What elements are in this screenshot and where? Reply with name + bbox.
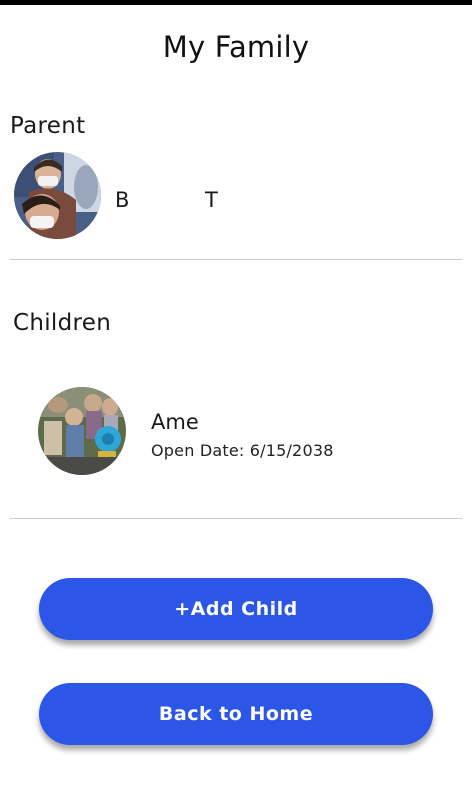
page-title: My Family [162, 30, 310, 64]
parent-photo [14, 152, 101, 239]
child-avatar[interactable] [38, 387, 126, 475]
child-name: Ame [151, 410, 199, 434]
parent-section-title: Parent [10, 113, 86, 139]
status-bar [0, 0, 472, 5]
parent-last-name: T [205, 188, 218, 212]
back-to-home-button[interactable]: Back to Home [39, 683, 433, 745]
section-divider [10, 259, 462, 260]
section-divider [10, 518, 462, 519]
children-section-title: Children [13, 310, 112, 336]
parent-first-name: B [115, 188, 130, 212]
parent-avatar[interactable] [14, 152, 101, 239]
add-child-button[interactable]: +Add Child [39, 578, 433, 640]
child-open-date: Open Date: 6/15/2038 [151, 441, 334, 460]
my-family-screen: My Family Parent B T Children Ame Open D… [0, 0, 472, 800]
child-photo [38, 387, 126, 475]
